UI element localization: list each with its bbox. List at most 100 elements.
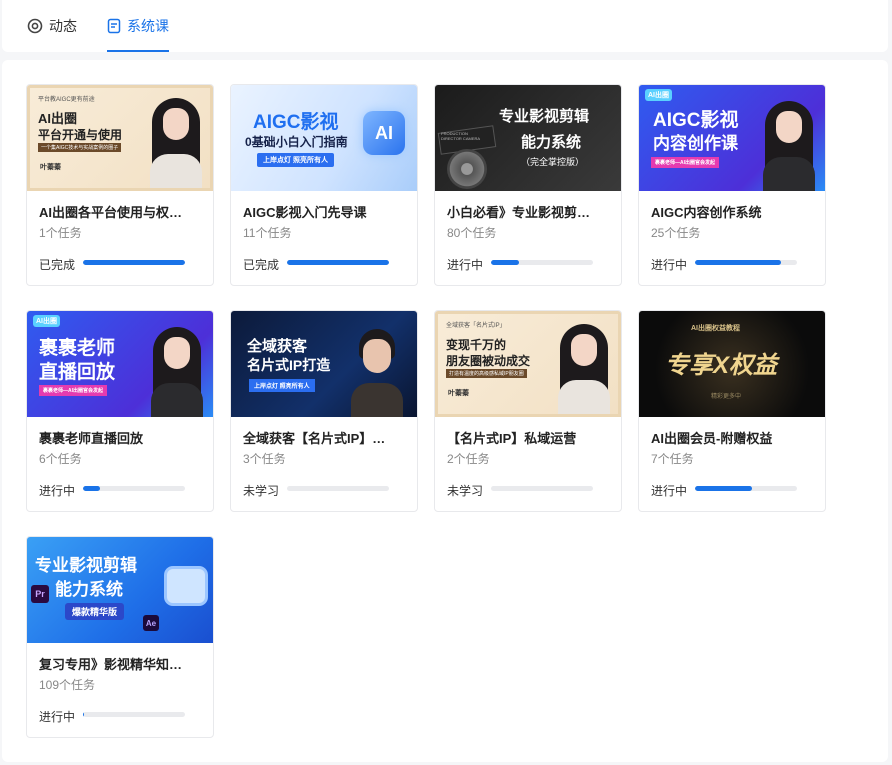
tab-bar: 动态 系统课 xyxy=(2,0,888,52)
course-title: 全域获客【名片式IP】… xyxy=(243,431,386,446)
progress-fill xyxy=(83,486,101,491)
document-icon xyxy=(107,18,121,34)
thumb-text: 裹裹老师—AI出圈官会发起 xyxy=(39,385,108,396)
course-status: 已完成 xyxy=(39,258,76,272)
task-count: 11个任务 xyxy=(243,226,292,240)
thumb-text: 上岸点灯 照亮所有人 xyxy=(249,379,315,392)
course-title: AI出圈会员-附赠权益 xyxy=(651,431,773,446)
task-count: 109个任务 xyxy=(39,678,96,692)
thumb-text: 全域获客「名片式IP」 xyxy=(446,323,506,329)
task-count: 80个任务 xyxy=(447,226,497,240)
course-grid: 平台教AIGC更有前途 AI出圈 平台开通与使用 一个集AIGC技术与实战案例的… xyxy=(2,60,888,762)
course-status: 进行中 xyxy=(39,484,76,498)
course-card[interactable]: PRODUCTION DIRECTOR CAMERA 专业影视剪辑 能力系统 （… xyxy=(434,84,622,286)
thumb-text: AI出圈 xyxy=(645,89,672,101)
course-thumbnail: 专业影视剪辑 能力系统 爆款精华版 Pr Ae xyxy=(27,537,213,643)
course-card[interactable]: 平台教AIGC更有前途 AI出圈 平台开通与使用 一个集AIGC技术与实战案例的… xyxy=(26,84,214,286)
thumb-text: 打造有温度的高级感私域IP朋友圈 xyxy=(446,369,527,378)
course-thumbnail: AIGC影视 0基础小白入门指南 上岸点灯 照亮所有人 AI xyxy=(231,85,417,191)
course-status: 已完成 xyxy=(243,258,280,272)
progress-bar xyxy=(491,260,593,265)
thumb-text: 朋友圈被动成交 xyxy=(446,354,531,368)
tab-system-course[interactable]: 系统课 xyxy=(107,0,169,52)
presenter-image xyxy=(761,95,817,191)
course-title: AIGC内容创作系统 xyxy=(651,205,762,220)
course-status: 未学习 xyxy=(243,484,280,498)
thumb-text: 能力系统 xyxy=(521,134,582,151)
course-title: AIGC影视入门先导课 xyxy=(243,205,367,220)
course-title: 裹裹老师直播回放 xyxy=(39,431,144,446)
task-count: 6个任务 xyxy=(39,452,82,466)
progress-bar xyxy=(695,486,797,491)
tab-system-course-label: 系统课 xyxy=(127,18,169,34)
progress-bar xyxy=(491,486,593,491)
presenter-image xyxy=(556,318,612,414)
thumb-text: 平台开通与使用 xyxy=(38,128,123,142)
progress-bar xyxy=(287,486,389,491)
course-status: 进行中 xyxy=(447,258,484,272)
course-thumbnail: AI出圈 裹裹老师 直播回放 裹裹老师—AI出圈官会发起 xyxy=(27,311,213,417)
projector-icon xyxy=(167,569,205,603)
presenter-image xyxy=(349,321,409,417)
progress-fill xyxy=(695,260,781,265)
thumb-text: 直播回放 xyxy=(39,362,116,383)
thumb-text: AI出圈权益教程 xyxy=(691,325,740,332)
course-thumbnail: 全域获客 名片式IP打造 上岸点灯 照亮所有人 xyxy=(231,311,417,417)
tab-activity[interactable]: 动态 xyxy=(27,0,77,52)
after-effects-icon: Ae xyxy=(143,615,159,631)
progress-fill xyxy=(83,712,85,717)
thumb-text: 能力系统 xyxy=(55,580,123,599)
course-card[interactable]: AI出圈权益教程 专享X权益 精彩更多中 AI出圈会员-附赠权益 7个任务 进行… xyxy=(638,310,826,512)
ai-badge-icon: AI xyxy=(363,111,405,155)
thumb-text: 专业影视剪辑 xyxy=(35,556,137,575)
course-status: 进行中 xyxy=(651,258,688,272)
thumb-text: 0基础小白入门指南 xyxy=(245,135,348,149)
thumb-text: 精彩更多中 xyxy=(711,394,742,400)
thumb-text: 上岸点灯 照亮所有人 xyxy=(257,153,334,167)
thumb-text: 平台教AIGC更有前途 xyxy=(38,97,95,103)
thumb-text: 一个集AIGC技术与实战案例的圈子 xyxy=(38,143,122,152)
thumb-text: 名片式IP打造 xyxy=(247,357,331,373)
course-status: 进行中 xyxy=(651,484,688,498)
course-thumbnail: AI出圈权益教程 专享X权益 精彩更多中 xyxy=(639,311,825,417)
course-thumbnail: PRODUCTION DIRECTOR CAMERA 专业影视剪辑 能力系统 （… xyxy=(435,85,621,191)
tab-activity-label: 动态 xyxy=(49,18,77,34)
course-title: AI出圈各平台使用与权… xyxy=(39,205,183,220)
course-status: 未学习 xyxy=(447,484,484,498)
course-card[interactable]: AI出圈 裹裹老师 直播回放 裹裹老师—AI出圈官会发起 裹裹老师直播回放 6个… xyxy=(26,310,214,512)
progress-bar xyxy=(83,712,185,717)
course-card[interactable]: 全域获客「名片式IP」 变现千万的 朋友圈被动成交 打造有温度的高级感私域IP朋… xyxy=(434,310,622,512)
progress-fill xyxy=(287,260,389,265)
thumb-text: 裹裹老师 xyxy=(39,338,116,359)
progress-bar xyxy=(695,260,797,265)
thumb-text: （完全掌控版） xyxy=(521,157,585,167)
thumb-text: 裹裹老师—AI出圈官会发起 xyxy=(651,157,720,168)
course-title: 复习专用》影视精华知… xyxy=(39,657,183,672)
active-tab-indicator xyxy=(107,50,169,52)
premiere-icon: Pr xyxy=(31,585,49,603)
course-card[interactable]: AI出圈 AIGC影视 内容创作课 裹裹老师—AI出圈官会发起 AIGC内容创作… xyxy=(638,84,826,286)
course-card[interactable]: 全域获客 名片式IP打造 上岸点灯 照亮所有人 全域获客【名片式IP】… 3个任… xyxy=(230,310,418,512)
thumb-text: 爆款精华版 xyxy=(65,603,125,620)
task-count: 2个任务 xyxy=(447,452,490,466)
course-title: 小白必看》专业影视剪… xyxy=(447,205,591,220)
task-count: 25个任务 xyxy=(651,226,701,240)
thumb-text: AI出圈 xyxy=(33,315,60,327)
progress-bar xyxy=(287,260,389,265)
thumb-text: 专享X权益 xyxy=(665,352,778,379)
course-card[interactable]: 专业影视剪辑 能力系统 爆款精华版 Pr Ae 复习专用》影视精华知… 109个… xyxy=(26,536,214,738)
thumb-text: 变现千万的 xyxy=(446,338,507,352)
thumb-text: 全域获客 xyxy=(247,338,308,355)
progress-bar xyxy=(83,260,185,265)
course-thumbnail: 平台教AIGC更有前途 AI出圈 平台开通与使用 一个集AIGC技术与实战案例的… xyxy=(27,85,213,191)
thumb-text: 叶蓁蓁 xyxy=(448,390,469,397)
course-card[interactable]: AIGC影视 0基础小白入门指南 上岸点灯 照亮所有人 AI AIGC影视入门先… xyxy=(230,84,418,286)
task-count: 1个任务 xyxy=(39,226,82,240)
progress-fill xyxy=(83,260,185,265)
thumb-text: AIGC影视 xyxy=(253,112,339,133)
task-count: 7个任务 xyxy=(651,452,694,466)
thumb-text: PRODUCTION DIRECTOR CAMERA xyxy=(441,131,481,141)
course-status: 进行中 xyxy=(39,710,76,724)
thumb-text: 内容创作课 xyxy=(653,134,738,153)
thumb-text: 专业影视剪辑 xyxy=(499,108,590,125)
